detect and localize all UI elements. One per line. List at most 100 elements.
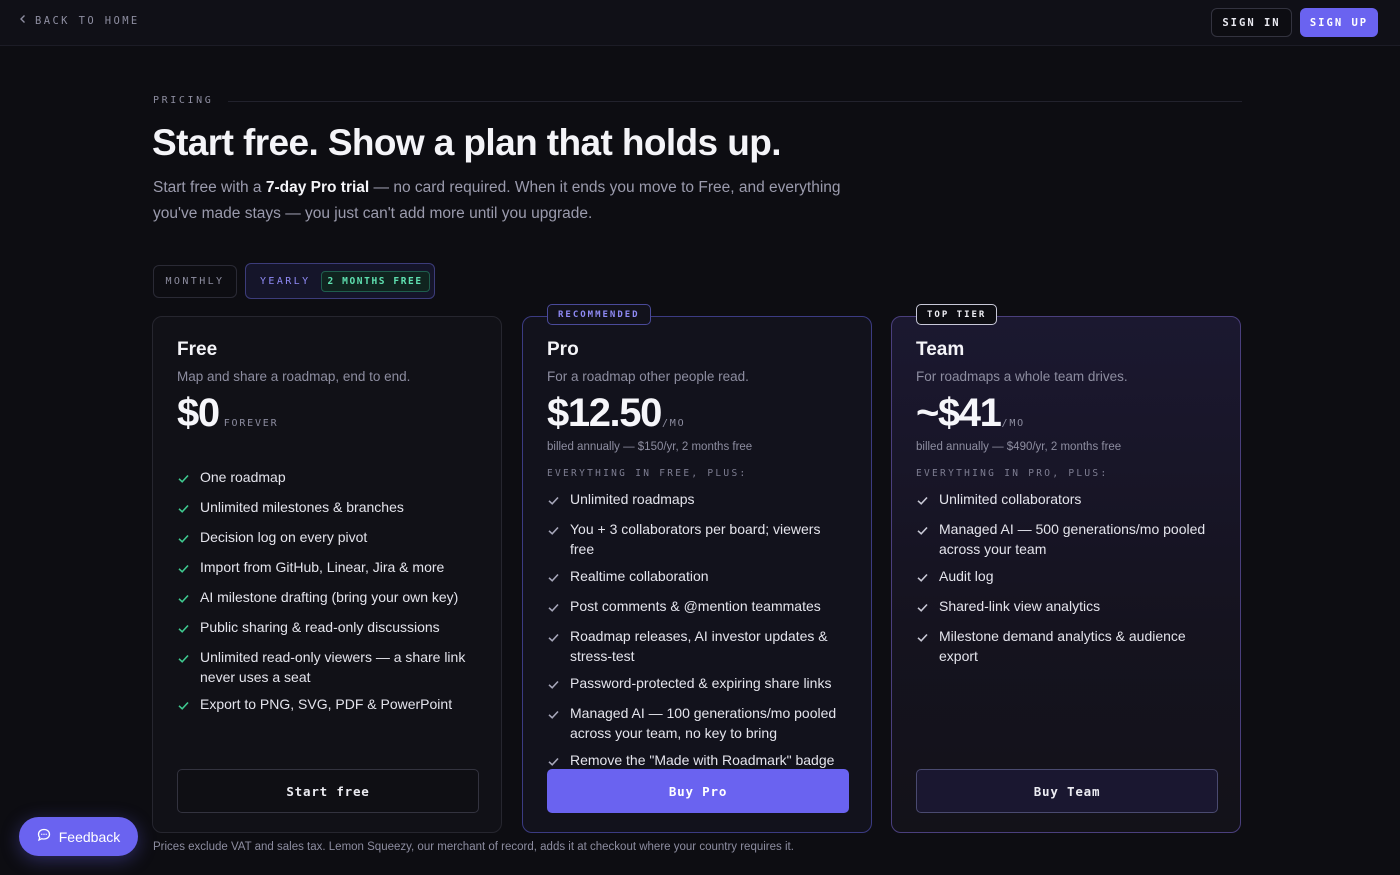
feature-text: Password-protected & expiring share link…: [570, 675, 832, 691]
check-icon: [916, 626, 930, 666]
plan-price: ~$41: [916, 391, 1002, 435]
check-icon: [547, 626, 561, 666]
feature-item: Password-protected & expiring share link…: [547, 673, 847, 696]
plan-name: Team: [916, 339, 965, 360]
check-icon: [916, 519, 930, 559]
feature-text: Post comments & @mention teammates: [570, 598, 821, 614]
inherits-label: EVERYTHING IN FREE, PLUS:: [547, 468, 748, 479]
feature-item: Shared-link view analytics: [916, 596, 1216, 619]
recommended-badge: RECOMMENDED: [547, 304, 651, 325]
plan-description: For a roadmap other people read.: [547, 369, 749, 384]
check-icon: [177, 497, 191, 520]
subtitle-trial-highlight: 7-day Pro trial: [265, 179, 370, 196]
check-icon: [916, 566, 930, 589]
feature-text: One roadmap: [200, 469, 286, 485]
sign-up-button[interactable]: SIGN UP: [1300, 8, 1378, 37]
feature-item: Unlimited milestones & branches: [177, 497, 477, 520]
buy-pro-button[interactable]: Buy Pro: [547, 769, 849, 813]
billing-monthly-toggle[interactable]: MONTHLY: [153, 265, 237, 298]
eyebrow-divider: [228, 101, 1242, 102]
plan-price: $12.50: [547, 391, 662, 435]
feature-text: Unlimited collaborators: [939, 491, 1082, 507]
price-unit: /MO: [661, 418, 686, 429]
feature-item: Import from GitHub, Linear, Jira & more: [177, 557, 477, 580]
check-icon: [177, 647, 191, 687]
price-unit: FOREVER: [223, 418, 279, 429]
feature-text: Import from GitHub, Linear, Jira & more: [200, 559, 445, 575]
check-icon: [547, 566, 561, 589]
feature-item: Milestone demand analytics & audience ex…: [916, 626, 1216, 666]
price-unit: /MO: [1001, 418, 1025, 429]
price-row: $0 FOREVER: [177, 391, 278, 436]
feature-item: Post comments & @mention teammates: [547, 596, 847, 619]
pricing-eyebrow: PRICING: [153, 95, 214, 106]
start-free-button[interactable]: Start free: [177, 769, 479, 813]
top-bar: BACK TO HOME SIGN IN SIGN UP: [0, 0, 1400, 46]
check-icon: [177, 557, 191, 580]
feature-text: Managed AI — 500 generations/mo pooled a…: [939, 521, 1206, 557]
check-icon: [547, 673, 561, 696]
feature-item: You + 3 collaborators per board; viewers…: [547, 519, 847, 559]
feature-item: Export to PNG, SVG, PDF & PowerPoint: [177, 694, 477, 717]
feature-text: Managed AI — 100 generations/mo pooled a…: [570, 705, 837, 741]
plan-card-pro: RECOMMENDED Pro For a roadmap other peop…: [522, 304, 872, 833]
chat-bubble-icon: [37, 828, 51, 845]
check-icon: [916, 596, 930, 619]
feedback-label: Feedback: [58, 828, 121, 845]
feature-text: You + 3 collaborators per board; viewers…: [570, 521, 821, 557]
feature-item: Managed AI — 500 generations/mo pooled a…: [916, 519, 1216, 559]
check-icon: [177, 617, 191, 640]
feature-item: Unlimited roadmaps: [547, 489, 847, 512]
feature-list: Unlimited collaborators Managed AI — 500 …: [916, 489, 1216, 673]
check-icon: [916, 489, 930, 512]
feature-item: Unlimited read-only viewers — a share li…: [177, 647, 477, 687]
price-row: $12.50 /MO: [547, 391, 685, 436]
feature-text: Realtime collaboration: [570, 568, 709, 584]
tax-footnote: Prices exclude VAT and sales tax. Lemon …: [153, 841, 794, 853]
back-to-home-link[interactable]: BACK TO HOME: [18, 14, 140, 27]
yearly-label: YEARLY: [260, 275, 311, 287]
feature-item: Realtime collaboration: [547, 566, 847, 589]
feature-item: AI milestone drafting (bring your own ke…: [177, 587, 477, 610]
feature-text: Shared-link view analytics: [939, 598, 1101, 614]
check-icon: [177, 527, 191, 550]
billing-note: billed annually — $490/yr, 2 months free: [916, 441, 1122, 453]
check-icon: [177, 694, 191, 717]
feature-item: Decision log on every pivot: [177, 527, 477, 550]
check-icon: [177, 467, 191, 490]
feature-text: Unlimited read-only viewers — a share li…: [200, 649, 466, 685]
feature-text: Roadmap releases, AI investor updates & …: [570, 628, 828, 664]
feature-text: Export to PNG, SVG, PDF & PowerPoint: [200, 696, 453, 712]
subtitle-text-pre: Start free with a: [153, 179, 266, 196]
buy-team-button[interactable]: Buy Team: [916, 769, 1218, 813]
feature-list: Unlimited roadmaps You + 3 collaborators …: [547, 489, 847, 780]
price-row: ~$41 /MO: [916, 391, 1025, 436]
feature-item: One roadmap: [177, 467, 477, 490]
inherits-label: EVERYTHING IN PRO, PLUS:: [916, 468, 1109, 479]
plan-card-team: TOP TIER Team For roadmaps a whole team …: [891, 304, 1241, 833]
check-icon: [547, 489, 561, 512]
check-icon: [547, 703, 561, 743]
feature-item: Roadmap releases, AI investor updates & …: [547, 626, 847, 666]
feature-text: Unlimited roadmaps: [570, 491, 695, 507]
page-title: Start free. Show a plan that holds up.: [152, 122, 781, 163]
check-icon: [547, 519, 561, 559]
check-icon: [177, 587, 191, 610]
sign-in-button[interactable]: SIGN IN: [1211, 8, 1292, 37]
billing-yearly-toggle[interactable]: YEARLY 2 MONTHS FREE: [245, 263, 435, 299]
feature-list: One roadmap Unlimited milestones & branch…: [177, 467, 477, 724]
feature-item: Managed AI — 100 generations/mo pooled a…: [547, 703, 847, 743]
billing-note: billed annually — $150/yr, 2 months free: [547, 441, 753, 453]
feature-item: Public sharing & read-only discussions: [177, 617, 477, 640]
plan-description: For roadmaps a whole team drives.: [916, 369, 1128, 384]
plan-price: $0: [177, 391, 220, 435]
feature-text: AI milestone drafting (bring your own ke…: [200, 589, 459, 605]
plan-description: Map and share a roadmap, end to end.: [177, 369, 411, 384]
feedback-button[interactable]: Feedback: [19, 817, 138, 856]
feature-item: Audit log: [916, 566, 1216, 589]
chevron-left-icon: [18, 14, 28, 27]
plan-name: Pro: [547, 339, 579, 360]
back-to-home-label: BACK TO HOME: [35, 14, 140, 27]
feature-text: Unlimited milestones & branches: [200, 499, 404, 515]
plan-name: Free: [177, 339, 218, 360]
